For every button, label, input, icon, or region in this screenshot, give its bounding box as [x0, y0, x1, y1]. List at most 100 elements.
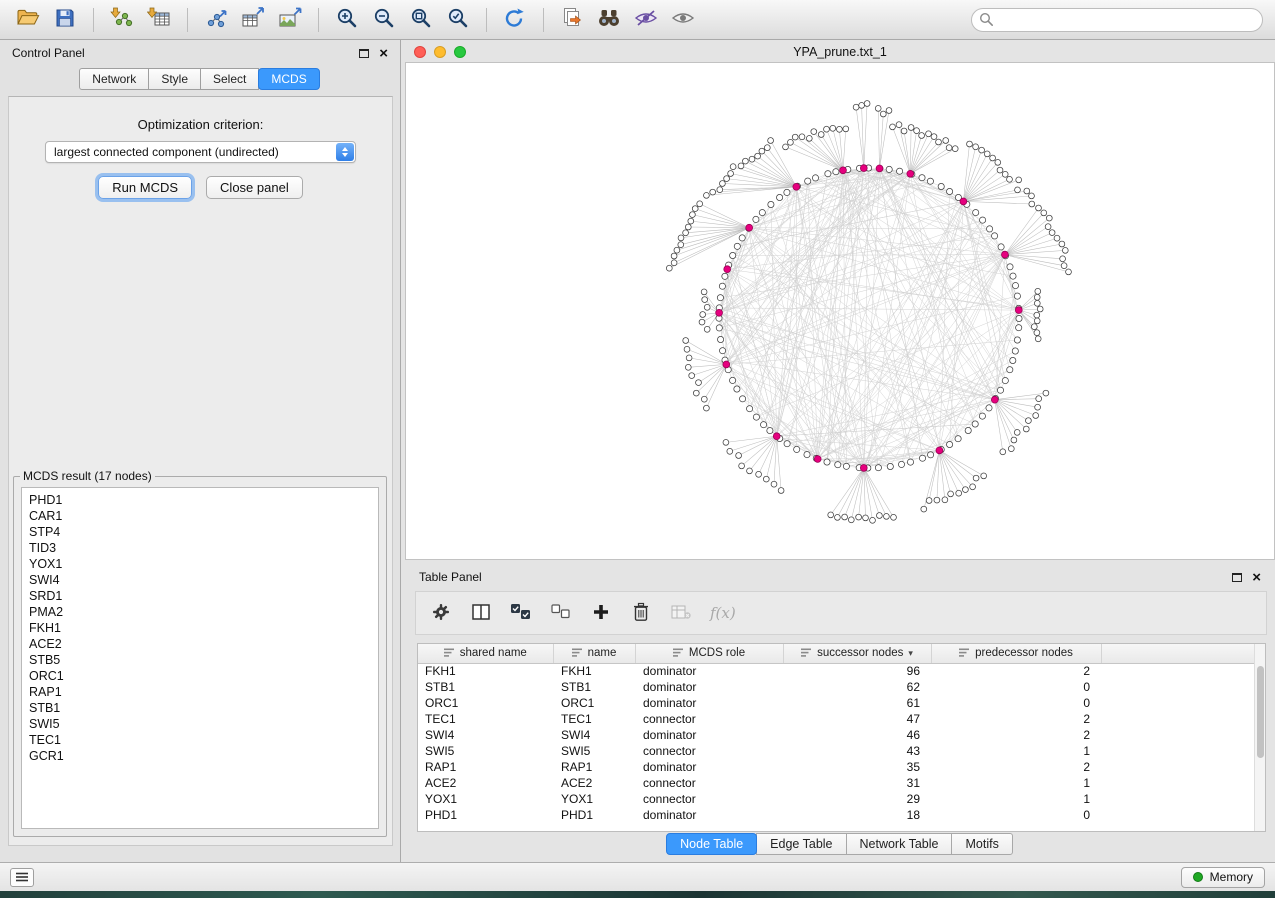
tab-motifs[interactable]: Motifs	[951, 833, 1012, 855]
table-row-PHD1[interactable]: PHD1PHD1dominator180	[418, 807, 1256, 823]
refresh-button[interactable]	[499, 5, 531, 35]
network-title: YPA_prune.txt_1	[405, 45, 1275, 59]
cell-successor-nodes: 31	[783, 775, 931, 791]
trash-icon	[632, 602, 650, 625]
tab-network-table[interactable]: Network Table	[846, 833, 953, 855]
export-table-button[interactable]	[237, 5, 269, 35]
cell-successor-nodes: 61	[783, 695, 931, 711]
memory-button[interactable]: Memory	[1181, 867, 1265, 888]
cell-predecessor-nodes: 0	[931, 679, 1101, 695]
close-panel-button[interactable]: Close panel	[206, 176, 303, 199]
open-file-button[interactable]	[12, 5, 44, 35]
close-table-panel-icon[interactable]: ×	[1252, 570, 1261, 585]
table-panel-header: Table Panel ×	[405, 565, 1275, 589]
mcds-result-item[interactable]: PHD1	[29, 492, 371, 508]
show-columns-button[interactable]	[470, 600, 492, 626]
run-mcds-button[interactable]: Run MCDS	[98, 176, 192, 199]
delete-column-button[interactable]	[630, 600, 652, 626]
cell-empty	[1101, 663, 1256, 679]
network-canvas[interactable]	[405, 62, 1275, 560]
deselect-all-button[interactable]	[550, 600, 572, 626]
criterion-dropdown[interactable]: largest connected component (undirected)	[45, 141, 356, 163]
tab-network[interactable]: Network	[79, 68, 149, 90]
window-close-icon[interactable]	[414, 46, 426, 58]
close-panel-icon[interactable]: ×	[379, 46, 388, 61]
save-session-button[interactable]	[49, 5, 81, 35]
tab-edge-table[interactable]: Edge Table	[756, 833, 846, 855]
columns-icon	[471, 603, 491, 624]
tab-node-table[interactable]: Node Table	[666, 833, 757, 855]
table-settings-button[interactable]	[430, 600, 452, 626]
table-row-ACE2[interactable]: ACE2ACE2connector311	[418, 775, 1256, 791]
table-scrollbar[interactable]	[1254, 644, 1265, 831]
column-header-name[interactable]: name	[553, 644, 635, 663]
mcds-result-item[interactable]: SWI5	[29, 716, 371, 732]
table-row-YOX1[interactable]: YOX1YOX1connector291	[418, 791, 1256, 807]
mcds-result-item[interactable]: YOX1	[29, 556, 371, 572]
mcds-result-item[interactable]: TEC1	[29, 732, 371, 748]
mcds-result-item[interactable]: RAP1	[29, 684, 371, 700]
mcds-result-item[interactable]: SRD1	[29, 588, 371, 604]
table-row-SWI4[interactable]: SWI4SWI4dominator462	[418, 727, 1256, 743]
mcds-result-item[interactable]: STB5	[29, 652, 371, 668]
zoom-selected-button[interactable]	[442, 5, 474, 35]
tab-style[interactable]: Style	[148, 68, 201, 90]
tab-select[interactable]: Select	[200, 68, 259, 90]
table-row-ORC1[interactable]: ORC1ORC1dominator610	[418, 695, 1256, 711]
cell-empty	[1101, 727, 1256, 743]
import-table-button[interactable]	[143, 5, 175, 35]
cell-predecessor-nodes: 1	[931, 743, 1101, 759]
float-table-panel-icon[interactable]	[1232, 573, 1242, 582]
column-header-successor-nodes[interactable]: successor nodes ▾	[783, 644, 931, 663]
mcds-result-item[interactable]: GCR1	[29, 748, 371, 764]
mcds-result-item[interactable]: STB1	[29, 700, 371, 716]
search-icon	[979, 12, 994, 30]
column-header-shared-name[interactable]: shared name	[418, 644, 553, 663]
mcds-result-item[interactable]: SWI4	[29, 572, 371, 588]
mcds-result-item[interactable]: FKH1	[29, 620, 371, 636]
table-row-SWI5[interactable]: SWI5SWI5connector431	[418, 743, 1256, 759]
search-input[interactable]	[971, 8, 1263, 32]
sort-indicator-icon[interactable]: ▾	[908, 648, 913, 659]
zoom-in-button[interactable]	[331, 5, 363, 35]
cell-mcds-role: dominator	[635, 727, 783, 743]
hide-graphics-details-button[interactable]	[630, 5, 662, 35]
export-network-icon	[204, 7, 228, 32]
select-all-icon	[510, 603, 532, 624]
export-network-button[interactable]	[200, 5, 232, 35]
column-type-icon	[572, 648, 583, 658]
window-maximize-icon[interactable]	[454, 46, 466, 58]
window-minimize-icon[interactable]	[434, 46, 446, 58]
mcds-result-item[interactable]: PMA2	[29, 604, 371, 620]
select-all-button[interactable]	[510, 600, 532, 626]
mcds-result-item[interactable]: ACE2	[29, 636, 371, 652]
new-network-from-selection-button[interactable]	[556, 5, 588, 35]
add-column-button[interactable]	[590, 600, 612, 626]
mcds-result-item[interactable]: TID3	[29, 540, 371, 556]
column-header-empty	[1101, 644, 1256, 663]
search-network-button[interactable]	[593, 5, 625, 35]
table-row-TEC1[interactable]: TEC1TEC1connector472	[418, 711, 1256, 727]
float-panel-icon[interactable]	[359, 49, 369, 58]
scrollbar-thumb[interactable]	[1257, 666, 1264, 758]
import-network-button[interactable]	[106, 5, 138, 35]
table-row-FKH1[interactable]: FKH1FKH1dominator962	[418, 663, 1256, 679]
table-row-STB1[interactable]: STB1STB1dominator620	[418, 679, 1256, 695]
column-header-predecessor-nodes[interactable]: predecessor nodes	[931, 644, 1101, 663]
cell-empty	[1101, 791, 1256, 807]
toolbar-search	[971, 8, 1263, 32]
zoom-fit-button[interactable]	[405, 5, 437, 35]
network-graph[interactable]	[406, 63, 1274, 559]
mcds-result-list[interactable]: PHD1CAR1STP4TID3YOX1SWI4SRD1PMA2FKH1ACE2…	[21, 487, 379, 829]
cell-mcds-role: dominator	[635, 679, 783, 695]
zoom-out-button[interactable]	[368, 5, 400, 35]
status-menu-button[interactable]	[10, 868, 34, 887]
mcds-result-item[interactable]: ORC1	[29, 668, 371, 684]
column-header-mcds-role[interactable]: MCDS role	[635, 644, 783, 663]
table-row-RAP1[interactable]: RAP1RAP1dominator352	[418, 759, 1256, 775]
mcds-result-item[interactable]: STP4	[29, 524, 371, 540]
export-image-button[interactable]	[274, 5, 306, 35]
tab-mcds[interactable]: MCDS	[258, 68, 319, 90]
show-graphics-details-button[interactable]	[667, 5, 699, 35]
mcds-result-item[interactable]: CAR1	[29, 508, 371, 524]
